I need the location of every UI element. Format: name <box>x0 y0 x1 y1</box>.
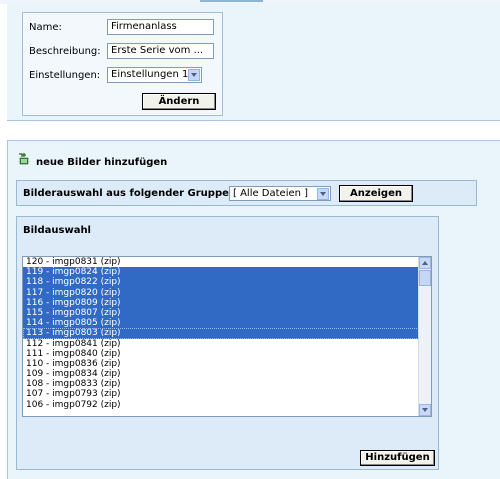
group-selection-label: Bilderauswahl aus folgender Gruppe: <box>23 188 233 199</box>
list-item[interactable]: 113 - imgp0803 (zip) <box>23 328 431 339</box>
image-list: 120 - imgp0831 (zip) 119 - imgp0824 (zip)… <box>23 257 431 410</box>
list-item[interactable]: 110 - imgp0836 (zip) <box>23 359 431 369</box>
group-selection-bar: Bilderauswahl aus folgender Gruppe: [ Al… <box>16 180 477 206</box>
settings-select-value: Einstellungen 1 <box>111 69 189 80</box>
list-item[interactable]: 118 - imgp0822 (zip) <box>23 277 431 288</box>
add-image-icon <box>19 153 29 165</box>
list-item[interactable]: 115 - imgp0807 (zip) <box>23 307 431 319</box>
settings-select[interactable]: Einstellungen 1 <box>107 67 202 83</box>
image-selection-title: Bildauswahl <box>23 225 91 236</box>
list-item[interactable]: 120 - imgp0831 (zip) <box>23 257 431 267</box>
list-item[interactable]: 106 - imgp0792 (zip) <box>23 400 431 410</box>
list-item[interactable]: 114 - imgp0805 (zip) <box>23 318 431 329</box>
chevron-down-icon[interactable] <box>188 69 200 81</box>
list-item[interactable]: 112 - imgp0841 (zip) <box>23 339 431 349</box>
list-scrollbar[interactable] <box>418 257 431 416</box>
settings-form: Name: Firmenanlass Beschreibung: Erste S… <box>22 12 223 116</box>
settings-panel: Name: Firmenanlass Beschreibung: Erste S… <box>7 4 500 121</box>
description-label: Beschreibung: <box>29 46 101 57</box>
list-item[interactable]: 107 - imgp0793 (zip) <box>23 389 431 399</box>
scroll-thumb[interactable] <box>419 270 431 286</box>
settings-label: Einstellungen: <box>29 70 101 81</box>
list-item[interactable]: 116 - imgp0809 (zip) <box>23 297 431 308</box>
list-item[interactable]: 108 - imgp0833 (zip) <box>23 379 431 389</box>
image-listbox[interactable]: 120 - imgp0831 (zip) 119 - imgp0824 (zip)… <box>22 256 432 417</box>
scroll-up-icon[interactable] <box>419 257 431 269</box>
list-item[interactable]: 119 - imgp0824 (zip) <box>23 267 431 278</box>
scroll-down-icon[interactable] <box>419 404 431 416</box>
top-tab-indicator <box>200 0 263 2</box>
name-label: Name: <box>29 22 62 33</box>
list-item[interactable]: 109 - imgp0834 (zip) <box>23 369 431 379</box>
add-images-title: neue Bilder hinzufügen <box>36 157 168 168</box>
change-button[interactable]: Ändern <box>142 93 216 110</box>
group-select-value: [ Alle Dateien ] <box>233 188 309 199</box>
list-item[interactable]: 111 - imgp0840 (zip) <box>23 349 431 359</box>
name-input[interactable]: Firmenanlass <box>107 19 214 35</box>
description-input[interactable]: Erste Serie vom ... <box>107 43 214 59</box>
add-button[interactable]: Hinzufügen <box>360 450 435 466</box>
list-item[interactable]: 117 - imgp0820 (zip) <box>23 287 431 298</box>
group-select[interactable]: [ Alle Dateien ] <box>229 186 331 201</box>
chevron-down-icon[interactable] <box>317 188 329 200</box>
show-button[interactable]: Anzeigen <box>339 185 413 202</box>
